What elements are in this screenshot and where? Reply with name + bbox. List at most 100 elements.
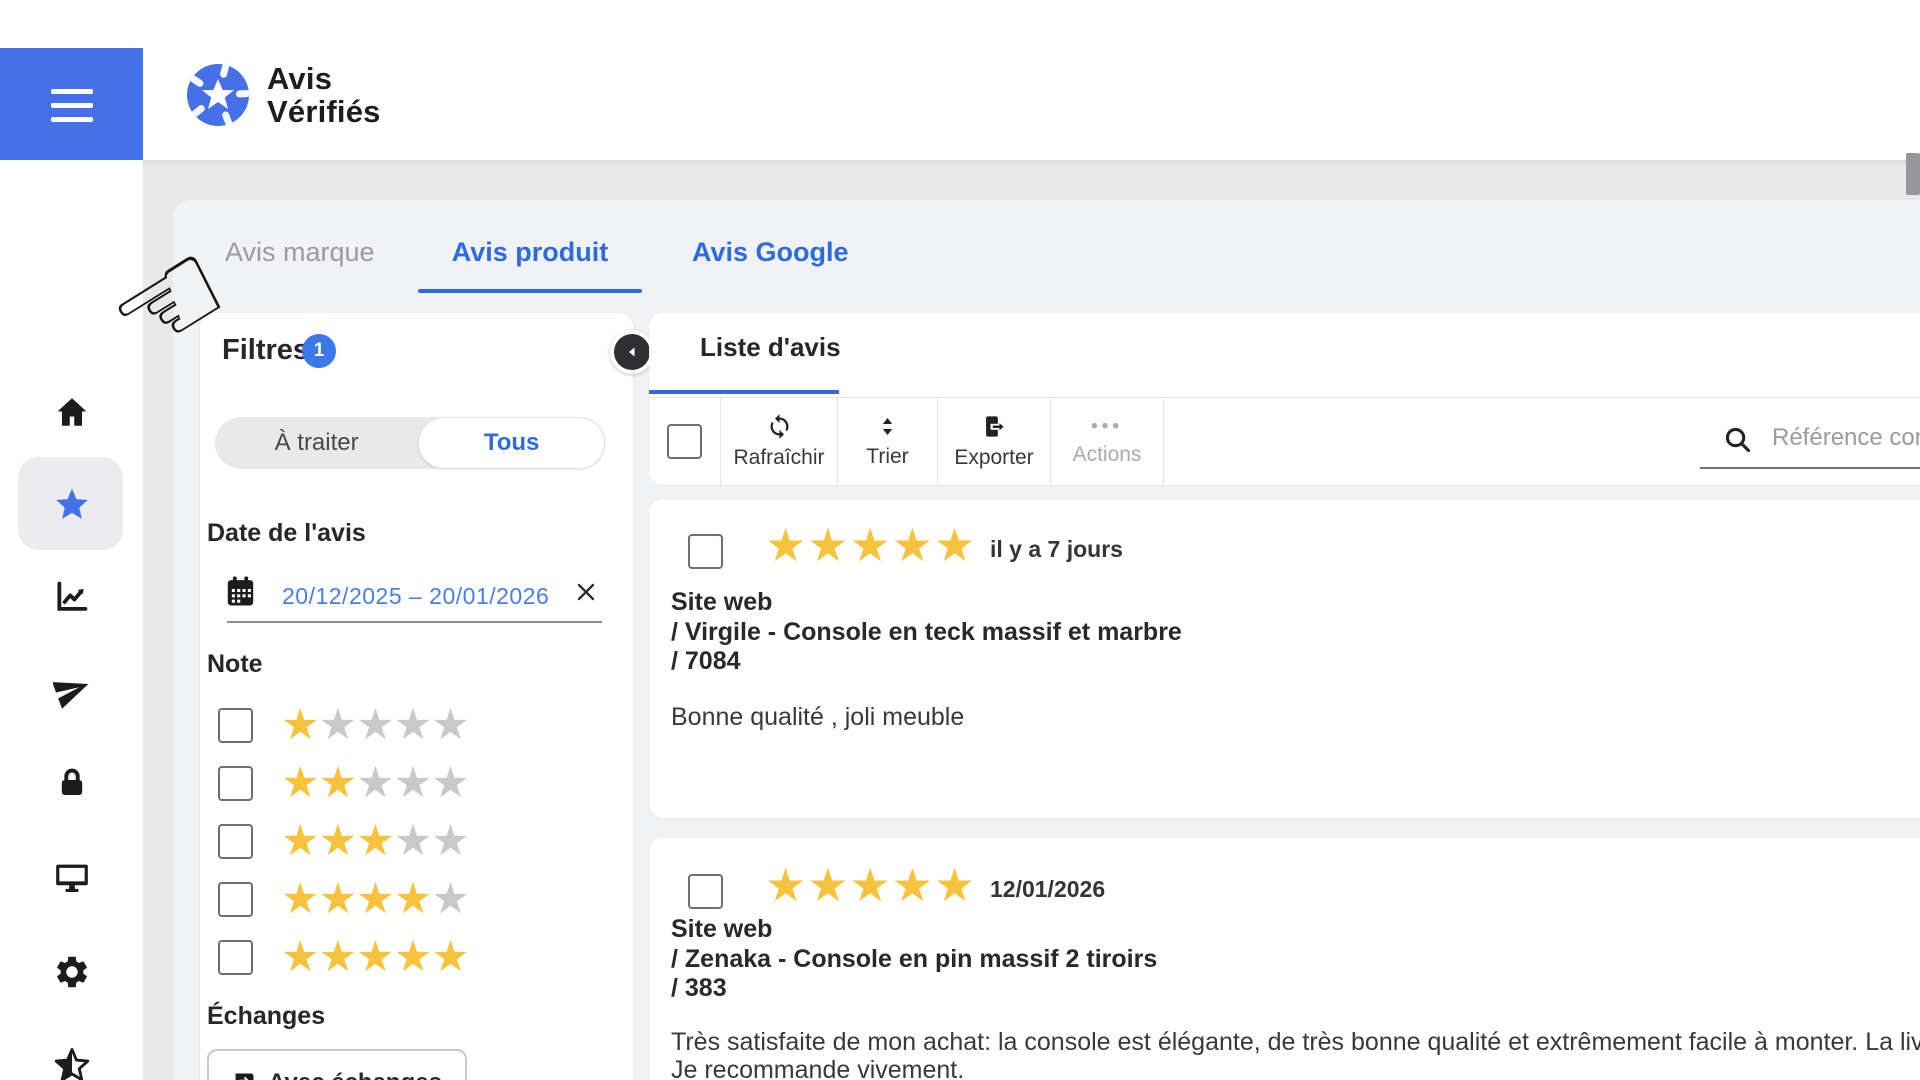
review-2-source: Site web <box>671 915 1157 945</box>
clear-date-icon[interactable] <box>576 582 596 602</box>
search-underline <box>1700 467 1920 469</box>
send-icon <box>53 671 91 709</box>
search-input[interactable] <box>1770 423 1920 453</box>
note-1-checkbox[interactable] <box>218 708 253 743</box>
note-4-stars: ★★★★★ <box>281 877 469 922</box>
tab-avis-marque[interactable]: Avis marque <box>225 237 375 268</box>
active-tab-underline <box>418 289 642 293</box>
hamburger-icon <box>51 89 93 94</box>
sidebar-item-stats[interactable] <box>51 576 93 618</box>
review-1-stars: ★★★★★ <box>765 520 976 570</box>
note-filter-rows: ★★★★★ ★★★★★ ★★★★★ ★★★★★ ★★★★★ <box>218 702 469 981</box>
chat-reply-icon <box>232 1070 258 1080</box>
star-half-icon <box>53 1046 91 1080</box>
note-3-stars: ★★★★★ <box>281 819 469 864</box>
review-1-text: Bonne qualité , joli meuble <box>671 703 964 731</box>
select-all-cell <box>649 398 721 485</box>
refresh-icon <box>766 413 793 440</box>
review-2-stars: ★★★★★ <box>765 860 976 910</box>
date-field-underline <box>227 621 602 623</box>
sidebar-item-security[interactable] <box>51 762 93 804</box>
chart-icon <box>53 578 91 616</box>
filters-title: Filtres <box>222 334 309 367</box>
gear-icon <box>53 953 91 991</box>
review-1-checkbox[interactable] <box>688 534 723 569</box>
brand-name-line2: Vérifiés <box>267 95 381 128</box>
export-icon <box>981 413 1008 440</box>
sidebar-item-reviews[interactable] <box>51 483 93 525</box>
calendar-icon[interactable] <box>225 575 256 608</box>
chevron-left-icon <box>614 334 650 370</box>
sidebar-item-campaigns[interactable] <box>51 669 93 711</box>
note-1-stars: ★★★★★ <box>281 703 469 748</box>
lock-icon <box>54 764 90 802</box>
brand-star-icon <box>185 62 251 128</box>
review-item-1: ★★★★★ il y a 7 jours Site web / Virgile … <box>649 500 1920 818</box>
more-dots-icon: ••• <box>1091 417 1123 437</box>
select-all-checkbox[interactable] <box>667 424 702 459</box>
note-row-5-stars: ★★★★★ <box>218 934 469 981</box>
brand-logo: Avis Vérifiés <box>185 62 381 128</box>
actions-label: Actions <box>1073 443 1142 467</box>
scrollbar-thumb[interactable] <box>1906 153 1920 195</box>
review-1-reference: / 7084 <box>671 647 1182 677</box>
actions-button[interactable]: ••• Actions <box>1051 398 1164 485</box>
tab-avis-produit[interactable]: Avis produit <box>418 237 642 268</box>
exchanges-filter-label: Échanges <box>207 1002 325 1031</box>
review-1-product-info: Site web / Virgile - Console en teck mas… <box>671 588 1182 677</box>
star-icon <box>53 485 91 523</box>
tab-avis-marque-label: Avis marque <box>225 237 375 267</box>
sidebar-nav: ? <box>0 160 143 1080</box>
filters-count-badge: 1 <box>302 334 336 368</box>
sidebar-item-display[interactable] <box>51 856 93 898</box>
export-label: Exporter <box>954 446 1033 470</box>
sort-label: Trier <box>866 445 908 469</box>
review-status-toggle[interactable]: À traiter Tous <box>215 417 605 469</box>
sidebar-item-home[interactable] <box>51 391 93 433</box>
review-2-checkbox[interactable] <box>688 874 723 909</box>
brand-name-line1: Avis <box>267 62 381 95</box>
tab-avis-google[interactable]: Avis Google <box>692 237 849 268</box>
date-filter-label: Date de l'avis <box>207 519 366 548</box>
date-range-value[interactable]: 20/12/2025 – 20/01/2026 <box>282 583 549 610</box>
monitor-icon <box>52 858 92 896</box>
app-window: Avis Vérifiés <box>0 0 1920 1080</box>
review-1-source: Site web <box>671 588 1182 618</box>
note-3-checkbox[interactable] <box>218 824 253 859</box>
note-filter-label: Note <box>207 650 263 679</box>
collapse-filters-button[interactable] <box>610 330 654 374</box>
review-2-product-info: Site web / Zenaka - Console en pin massi… <box>671 915 1157 1004</box>
review-2-product: / Zenaka - Console en pin massif 2 tiroi… <box>671 945 1157 975</box>
sort-icon <box>875 414 900 439</box>
tab-avis-produit-label: Avis produit <box>452 237 609 267</box>
search-icon <box>1722 424 1753 455</box>
tab-avis-google-label: Avis Google <box>692 237 849 267</box>
hamburger-menu-button[interactable] <box>0 48 143 162</box>
top-header: Avis Vérifiés <box>0 0 1920 160</box>
sidebar-item-favorites[interactable] <box>51 1044 93 1080</box>
export-button[interactable]: Exporter <box>938 398 1051 485</box>
note-2-checkbox[interactable] <box>218 766 253 801</box>
note-5-stars: ★★★★★ <box>281 935 469 980</box>
refresh-button[interactable]: Rafraîchir <box>721 398 838 485</box>
note-4-checkbox[interactable] <box>218 882 253 917</box>
with-exchanges-label: Avec échanges <box>268 1069 442 1080</box>
review-2-reference: / 383 <box>671 974 1157 1004</box>
list-tab-liste-avis[interactable]: Liste d'avis <box>700 332 841 363</box>
review-2-text: Très satisfaite de mon achat: la console… <box>671 1028 1920 1080</box>
note-row-4-stars: ★★★★★ <box>218 876 469 923</box>
note-row-2-stars: ★★★★★ <box>218 760 469 807</box>
sidebar-item-settings[interactable] <box>51 951 93 993</box>
note-5-checkbox[interactable] <box>218 940 253 975</box>
note-row-1-star: ★★★★★ <box>218 702 469 749</box>
review-2-date: 12/01/2026 <box>990 876 1105 903</box>
with-exchanges-button[interactable]: Avec échanges <box>207 1049 467 1080</box>
toggle-a-traiter[interactable]: À traiter <box>215 417 418 469</box>
brand-name: Avis Vérifiés <box>267 62 381 128</box>
list-tab-underline <box>649 390 839 394</box>
order-reference-search[interactable] <box>1700 415 1920 470</box>
sort-button[interactable]: Trier <box>838 398 938 485</box>
home-icon <box>54 394 90 430</box>
toggle-tous[interactable]: Tous <box>418 417 605 469</box>
refresh-label: Rafraîchir <box>733 446 824 470</box>
